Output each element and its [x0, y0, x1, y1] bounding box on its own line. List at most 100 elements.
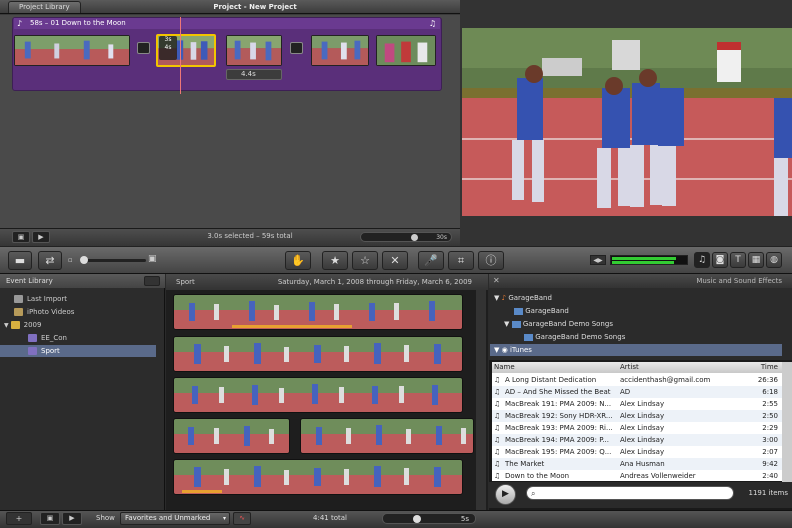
- event-item-label: EE_Con: [41, 334, 67, 342]
- close-icon[interactable]: ✕: [493, 274, 500, 288]
- thumbnail-large-icon: ▣: [148, 254, 157, 264]
- film-icon: [14, 295, 23, 303]
- music-row[interactable]: ♫ MacBreak 191: PMA 2009: N... Alex Lindsa…: [492, 398, 782, 410]
- project-status: 3.0s selected – 59s total: [207, 232, 293, 240]
- inspector-button[interactable]: ⓘ: [478, 251, 504, 270]
- transition-icon: ▦: [751, 255, 761, 265]
- note-icon: ♫: [494, 472, 501, 480]
- music-row[interactable]: ♫ MacBreak 195: PMA 2009: Q... Alex Lindsa…: [492, 446, 782, 458]
- music-row[interactable]: ♫ MacBreak 194: PMA 2009: P... Alex Lindsa…: [492, 434, 782, 446]
- swap-panes-button[interactable]: ⇄: [38, 251, 62, 270]
- music-row-artist: Alex Lindsay: [620, 412, 665, 420]
- event-library-toggle[interactable]: [144, 276, 160, 286]
- music-table-scrollbar[interactable]: [782, 362, 792, 482]
- selection-tool-button[interactable]: ✋: [285, 251, 311, 270]
- volume-toggle[interactable]: ◀▶: [590, 255, 606, 265]
- event-item-sport[interactable]: Sport: [0, 345, 156, 357]
- source-label: GarageBand: [525, 307, 569, 315]
- project-title: Project - New Project: [213, 3, 297, 11]
- column-artist[interactable]: Artist: [620, 362, 639, 373]
- music-browser-header: ✕ Music and Sound Effects: [489, 274, 792, 288]
- music-table-header: Name Artist Time: [492, 362, 782, 373]
- fullscreen-play-button[interactable]: ▣: [12, 231, 30, 243]
- project-library-tab[interactable]: Project Library: [8, 1, 81, 13]
- waveform-toggle-button[interactable]: ∿: [233, 512, 251, 525]
- filmstrip-row[interactable]: [173, 294, 463, 330]
- music-row[interactable]: ♫ MacBreak 193: PMA 2009: Ri... Alex Linds…: [492, 422, 782, 434]
- title-browser-button[interactable]: T: [730, 252, 746, 268]
- disclosure-triangle-icon[interactable]: ▼: [504, 320, 509, 328]
- disclosure-triangle-icon[interactable]: ▼: [494, 346, 499, 354]
- event-library-title: Event Library: [6, 277, 53, 285]
- timeline-clip[interactable]: [14, 35, 130, 66]
- new-project-button[interactable]: +: [6, 512, 32, 525]
- music-track-title: 58s – 01 Down to the Moon: [30, 19, 126, 27]
- event-zoom-slider[interactable]: 5s: [382, 513, 476, 524]
- photo-browser-button[interactable]: ◙: [712, 252, 728, 268]
- event-item-2009[interactable]: ▼ 2009: [0, 319, 165, 331]
- filmstrip-row[interactable]: [173, 418, 290, 454]
- folder-icon: [524, 333, 533, 341]
- transition-icon[interactable]: [137, 42, 150, 54]
- source-demo-songs-sub[interactable]: GarageBand Demo Songs: [524, 331, 625, 343]
- thumbnail-slider-knob[interactable]: [80, 256, 88, 264]
- event-total-duration: 4:41 total: [313, 514, 347, 522]
- music-row-time: 9:42: [762, 460, 778, 468]
- viewer-frame: [462, 28, 792, 216]
- source-garageband-sub[interactable]: GarageBand: [514, 305, 569, 317]
- music-row[interactable]: ♫ Down to the Moon Andreas Vollenweider 2:4…: [492, 470, 782, 481]
- project-zoom-slider[interactable]: 30s: [360, 232, 452, 242]
- reject-button[interactable]: ✕: [382, 251, 408, 270]
- disclosure-triangle-icon[interactable]: ▼: [4, 322, 9, 329]
- timeline-clip[interactable]: [226, 35, 282, 66]
- disclosure-triangle-icon[interactable]: ▼: [494, 294, 499, 302]
- music-row[interactable]: ♫ MacBreak 192: Sony HDR-XR... Alex Lindsa…: [492, 410, 782, 422]
- event-item-iphoto-videos[interactable]: iPhoto Videos: [0, 306, 165, 318]
- thumbnail-size-slider[interactable]: [80, 256, 146, 264]
- transition-browser-button[interactable]: ▦: [748, 252, 764, 268]
- music-row-time: 2:55: [762, 400, 778, 408]
- music-row[interactable]: ♫ The Market Ana Husman 9:42: [492, 458, 782, 470]
- column-name[interactable]: Name: [494, 362, 515, 373]
- source-itunes[interactable]: ▼ ◉ iTunes: [490, 344, 782, 356]
- timeline-clip[interactable]: [311, 35, 369, 66]
- transition-icon[interactable]: [290, 42, 303, 54]
- play-button[interactable]: ▶: [32, 231, 50, 243]
- source-demo-songs[interactable]: ▼ GarageBand Demo Songs: [504, 318, 613, 330]
- music-row-artist: Alex Lindsay: [620, 400, 665, 408]
- filmstrip-row[interactable]: [173, 377, 463, 413]
- unmark-button[interactable]: ☆: [352, 251, 378, 270]
- event-item-last-import[interactable]: Last Import: [0, 293, 165, 305]
- filmstrip-row[interactable]: [300, 418, 474, 454]
- favorite-button[interactable]: ★: [322, 251, 348, 270]
- music-play-button[interactable]: ▶: [495, 484, 516, 505]
- playhead[interactable]: [180, 17, 181, 94]
- voiceover-button[interactable]: 🎤: [418, 251, 444, 270]
- music-search-field[interactable]: ⌕: [526, 486, 734, 500]
- music-row[interactable]: ♫ AD – And She Missed the Beat AD 6:18: [492, 386, 782, 398]
- event-item-ee-con[interactable]: EE_Con: [0, 332, 165, 344]
- filmstrip-row[interactable]: [173, 336, 463, 372]
- event-browser-scrollbar[interactable]: [476, 290, 486, 510]
- zoom-slider-knob[interactable]: [411, 234, 418, 241]
- clip-duration: 4.4s: [241, 70, 256, 78]
- music-search-input[interactable]: [543, 488, 729, 499]
- imovie-window: Project Library Project - New Project ♪ …: [0, 0, 792, 528]
- event-fullscreen-button[interactable]: ▣: [40, 512, 60, 525]
- show-filter-select[interactable]: Favorites and Unmarked ▾: [120, 512, 230, 525]
- map-browser-button[interactable]: ◍: [766, 252, 782, 268]
- event-play-button[interactable]: ▶: [62, 512, 82, 525]
- folder-icon: [511, 320, 521, 328]
- column-time[interactable]: Time: [761, 362, 778, 373]
- camera-import-button[interactable]: ▬: [8, 251, 32, 270]
- event-zoom-knob[interactable]: [413, 515, 421, 523]
- timeline-clip[interactable]: [376, 35, 436, 66]
- event-zoom-label: 5s: [460, 515, 469, 523]
- filmstrip-row[interactable]: [173, 459, 463, 495]
- crop-button[interactable]: ⌗: [448, 251, 474, 270]
- music-browser-button[interactable]: ♫: [694, 252, 710, 268]
- star-event-icon: [28, 347, 37, 355]
- source-garageband[interactable]: ▼ ♪ GarageBand: [494, 292, 552, 304]
- event-library-header: Event Library: [0, 274, 165, 288]
- music-row[interactable]: ♫ A Long Distant Dedication accidenthash@g…: [492, 374, 782, 386]
